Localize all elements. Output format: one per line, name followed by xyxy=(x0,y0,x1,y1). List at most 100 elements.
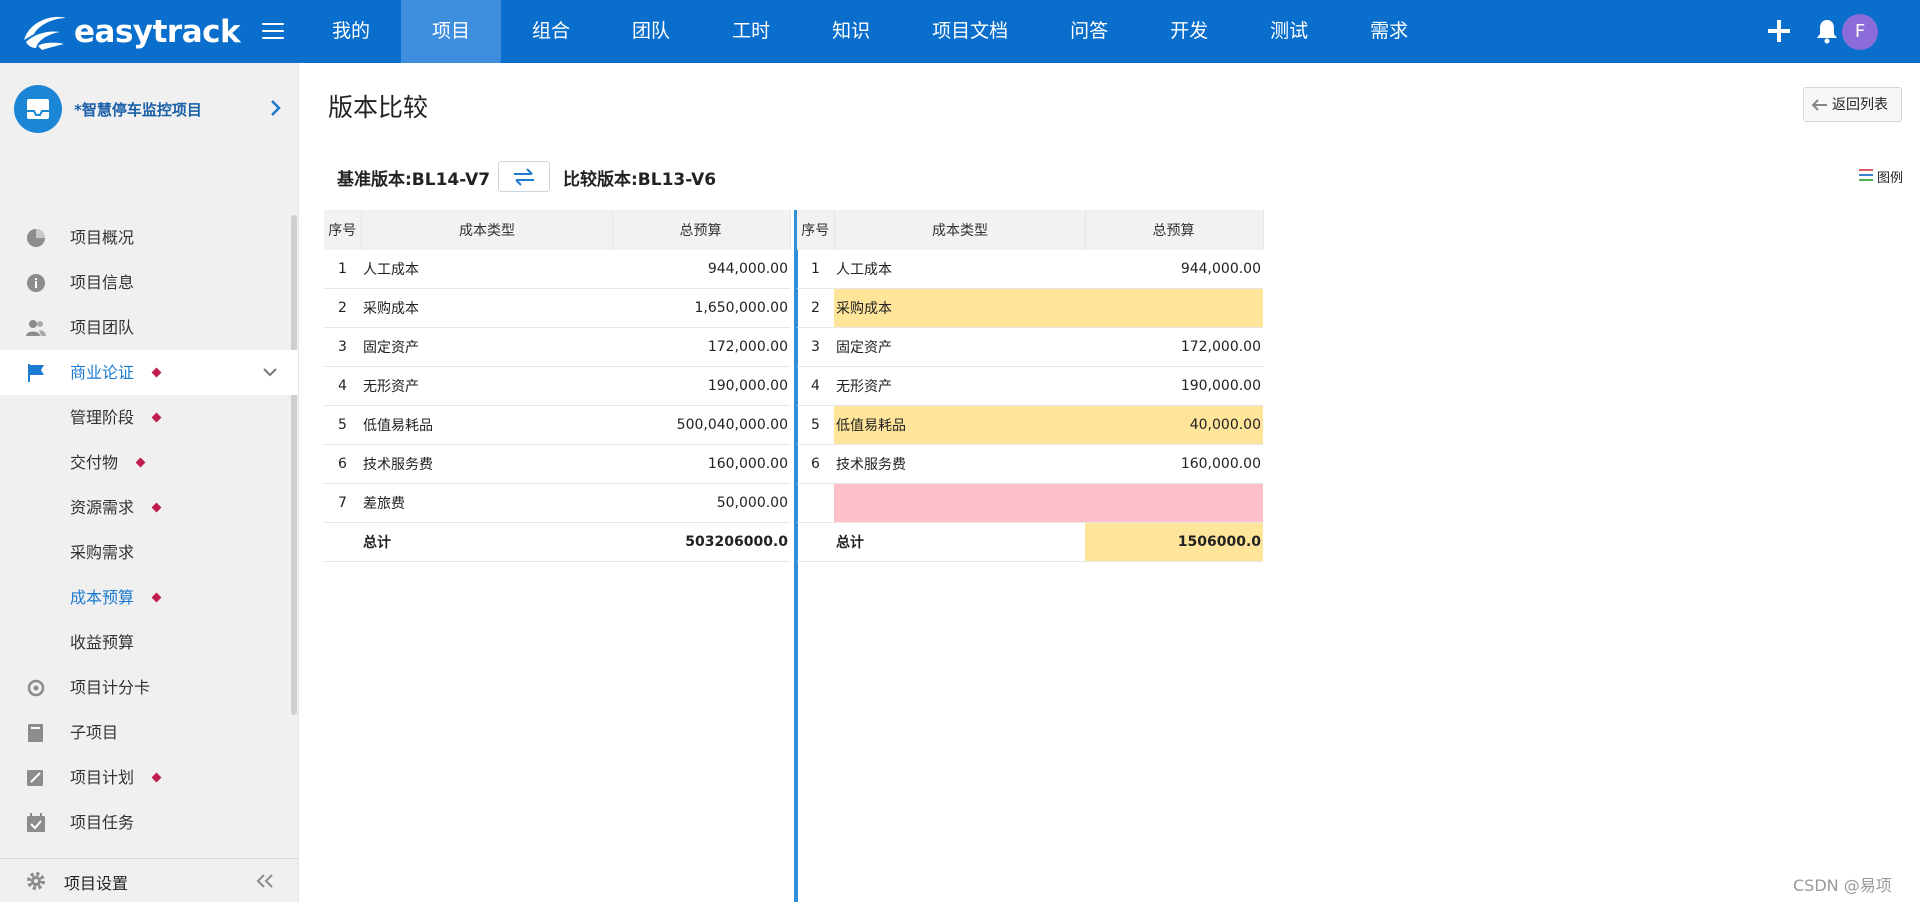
brand-name: easytrack xyxy=(74,14,241,50)
project-icon xyxy=(27,99,49,119)
base-version-label: 基准版本:BL14-V7 xyxy=(337,170,491,190)
bell-icon[interactable] xyxy=(1813,17,1841,45)
back-to-list-button[interactable]: 返回列表 xyxy=(1803,87,1902,122)
sidebar-item-deliverables[interactable]: 交付物 xyxy=(0,440,298,485)
sidebar-item-team[interactable]: 项目团队 xyxy=(0,305,298,350)
nav-item-requirements[interactable]: 需求 xyxy=(1339,0,1439,63)
target-icon xyxy=(27,679,45,697)
sidebar-item-label: 交付物 xyxy=(70,453,119,472)
main-content: 版本比较 返回列表 基准版本:BL14-V7 比较版本:BL13-V6 图例 序… xyxy=(299,63,1920,902)
sidebar-item-overview[interactable]: 项目概况 xyxy=(0,215,298,260)
sidebar-item-project-plan[interactable]: 项目计划 xyxy=(0,755,298,800)
row-index: 6 xyxy=(324,444,361,484)
gear-icon xyxy=(27,872,45,890)
row-total-budget: 190,000.00 xyxy=(1085,366,1263,406)
row-total-budget: 40,000.00 xyxy=(1085,405,1263,445)
change-marker-icon xyxy=(151,367,162,378)
nav-item-portfolio[interactable]: 组合 xyxy=(501,0,601,63)
row-index: 7 xyxy=(324,483,361,523)
sidebar-item-management-stage[interactable]: 管理阶段 xyxy=(0,395,298,440)
swap-versions-button[interactable] xyxy=(498,161,550,192)
project-avatar xyxy=(14,85,62,133)
sidebar-item-label: 项目任务 xyxy=(70,813,135,832)
sidebar-item-label: 项目概况 xyxy=(70,228,135,247)
column-header-index: 序号 xyxy=(797,210,835,250)
row-index: 1 xyxy=(797,250,834,289)
total-value: 503206000.0 xyxy=(612,522,790,562)
row-index: 2 xyxy=(797,288,834,328)
nav-item-test[interactable]: 测试 xyxy=(1239,0,1339,63)
collapse-sidebar-icon[interactable] xyxy=(255,873,275,889)
calendar-check-icon xyxy=(27,813,45,832)
change-marker-icon xyxy=(151,772,162,783)
nav-item-timesheet[interactable]: 工时 xyxy=(701,0,801,63)
sidebar-item-resource-requirements[interactable]: 资源需求 xyxy=(0,485,298,530)
table-row: 3 固定资产 172,000.00 xyxy=(797,327,1263,367)
main-nav: 我的 项目 组合 团队 工时 知识 项目文档 问答 开发 测试 需求 xyxy=(301,0,1439,63)
user-avatar[interactable]: F xyxy=(1842,14,1878,50)
row-total-budget: 944,000.00 xyxy=(1085,250,1263,289)
sidebar-menu: 项目概况 项目信息 项目团队 商业论证 管理阶段 交付物 资源需求 采购需求 成… xyxy=(0,215,298,902)
brand-logo[interactable]: easytrack xyxy=(20,12,241,52)
column-header-cost-type: 成本类型 xyxy=(834,210,1086,250)
sidebar-item-project-tasks[interactable]: 项目任务 xyxy=(0,800,298,845)
row-index: 5 xyxy=(797,405,834,445)
row-total-budget: 944,000.00 xyxy=(612,250,790,289)
sidebar-item-procurement-requirements[interactable]: 采购需求 xyxy=(0,530,298,575)
row-index: 1 xyxy=(324,250,361,289)
sidebar-item-cost-budget[interactable]: 成本预算 xyxy=(0,575,298,620)
menu-toggle-icon[interactable] xyxy=(262,23,284,41)
sidebar-item-subprojects[interactable]: 子项目 xyxy=(0,710,298,755)
nav-item-qa[interactable]: 问答 xyxy=(1039,0,1139,63)
nav-item-project[interactable]: 项目 xyxy=(401,0,502,63)
sidebar-item-scorecard[interactable]: 项目计分卡 xyxy=(0,665,298,710)
total-label: 总计 xyxy=(361,522,612,562)
row-cost-type: 固定资产 xyxy=(834,327,1085,367)
nav-item-team[interactable]: 团队 xyxy=(601,0,701,63)
table-row: 7 差旅费 50,000.00 xyxy=(324,483,790,523)
row-index xyxy=(797,483,834,523)
column-header-cost-type: 成本类型 xyxy=(361,210,613,250)
row-total-budget: 500,040,000.00 xyxy=(612,405,790,445)
row-total-budget: 160,000.00 xyxy=(612,444,790,484)
sidebar-item-info[interactable]: 项目信息 xyxy=(0,260,298,305)
table-row: 5 低值易耗品 500,040,000.00 xyxy=(324,405,790,445)
column-header-total-budget: 总预算 xyxy=(612,210,791,250)
sidebar-item-revenue-budget[interactable]: 收益预算 xyxy=(0,620,298,665)
row-index: 3 xyxy=(797,327,834,367)
row-cost-type: 技术服务费 xyxy=(834,444,1085,484)
sidebar-item-label: 成本预算 xyxy=(70,588,135,607)
chevron-right-icon[interactable] xyxy=(270,99,282,117)
table-row: 3 固定资产 172,000.00 xyxy=(324,327,790,367)
row-cost-type: 技术服务费 xyxy=(361,444,612,484)
watermark: CSDN @易项 xyxy=(1793,876,1892,895)
nav-item-mine[interactable]: 我的 xyxy=(301,0,401,63)
column-header-index: 序号 xyxy=(324,210,362,250)
plus-icon[interactable] xyxy=(1765,17,1793,45)
book-icon xyxy=(28,724,43,742)
table-row: 1 人工成本 944,000.00 xyxy=(324,250,790,289)
change-marker-icon xyxy=(135,457,146,468)
row-total-budget: 190,000.00 xyxy=(612,366,790,406)
total-row: 总计 1506000.0 xyxy=(797,522,1263,562)
nav-item-project-docs[interactable]: 项目文档 xyxy=(901,0,1039,63)
row-cost-type xyxy=(834,483,1085,523)
row-cost-type: 低值易耗品 xyxy=(834,405,1085,445)
sidebar-item-label: 收益预算 xyxy=(70,633,135,652)
chevron-down-icon[interactable] xyxy=(262,364,278,380)
logo-icon xyxy=(24,16,66,50)
project-settings-link[interactable]: 项目设置 xyxy=(64,870,128,894)
nav-item-dev[interactable]: 开发 xyxy=(1139,0,1239,63)
total-label: 总计 xyxy=(834,522,1085,562)
sidebar-footer: 项目设置 xyxy=(0,858,298,902)
pie-chart-icon xyxy=(27,229,45,247)
nav-item-knowledge[interactable]: 知识 xyxy=(801,0,901,63)
row-cost-type: 无形资产 xyxy=(361,366,612,406)
change-marker-icon xyxy=(151,412,162,423)
project-header[interactable]: *智慧停车监控项目 xyxy=(0,63,298,153)
row-cost-type: 采购成本 xyxy=(834,288,1085,328)
sidebar-item-business-case[interactable]: 商业论证 xyxy=(0,350,298,395)
row-total-budget: 160,000.00 xyxy=(1085,444,1263,484)
legend-icon xyxy=(1859,169,1873,181)
team-icon xyxy=(26,320,46,336)
